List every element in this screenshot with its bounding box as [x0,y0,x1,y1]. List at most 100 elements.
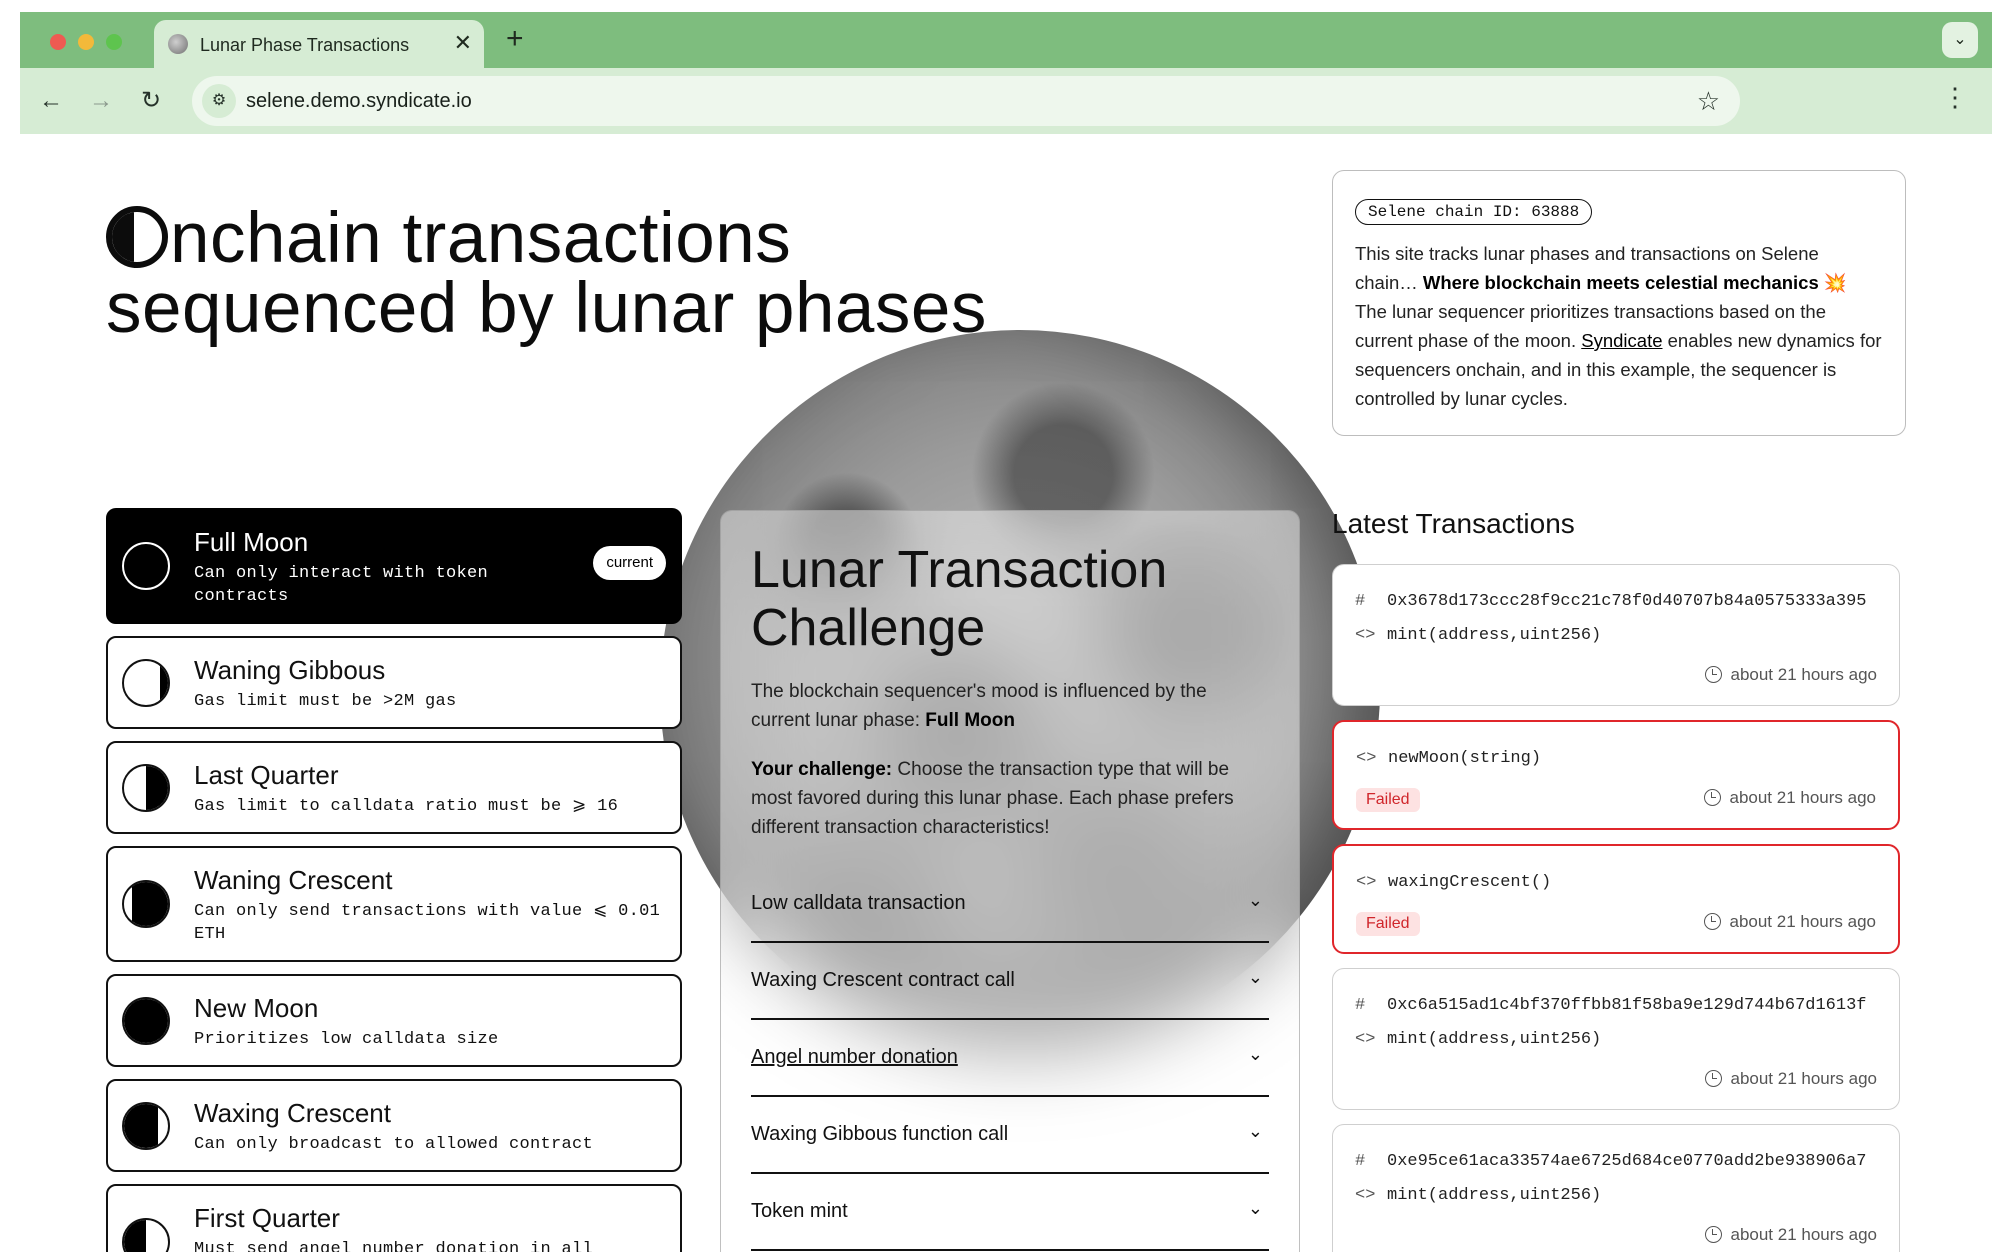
maximize-window-button[interactable] [106,34,122,50]
moon-favicon-icon [168,34,188,54]
phase-name: Last Quarter [194,760,339,790]
new-tab-button[interactable]: + [506,22,524,56]
browser-menu-icon[interactable]: ⋮ [1942,82,1968,113]
phase-description: Gas limit must be >2M gas [194,692,457,711]
transaction-card[interactable]: #0xe95ce61aca33574ae6725d684ce0770add2be… [1332,1124,1900,1252]
code-icon: <> [1355,626,1376,645]
tx-method: newMoon(string) [1388,749,1542,768]
option-waxing-gibbous-call[interactable]: Waxing Gibbous function call ⌄ [751,1097,1269,1174]
phase-name: Full Moon [194,527,309,557]
challenge-card: Lunar Transaction Challenge The blockcha… [720,510,1300,1252]
transaction-card-failed[interactable]: <> waxingCrescent() Failed about 21 hours … [1332,844,1900,954]
phase-description: Must send angel number donation in all t… [194,1240,594,1252]
transaction-card[interactable]: #0x3678d173ccc28f9cc21c78f0d40707b84a057… [1332,564,1900,706]
last-quarter-icon [122,763,170,812]
option-label: Token mint [751,1200,848,1222]
transaction-card[interactable]: #0xc6a515ad1c4bf370ffbb81f58ba9e129d744b… [1332,968,1900,1110]
tab-close-icon[interactable]: ✕ [454,30,472,56]
reload-icon[interactable]: ↻ [132,82,170,120]
minimize-window-button[interactable] [78,34,94,50]
current-badge: current [593,546,666,580]
tx-method: mint(address,uint256) [1387,626,1602,645]
info-tagline: Where blockchain meets celestial mechani… [1422,272,1819,293]
tx-method-row: <> mint(address,uint256) [1355,619,1877,653]
transactions-list: #0x3678d173ccc28f9cc21c78f0d40707b84a057… [1332,564,1906,1252]
option-angel-number-donation[interactable]: Angel number donation ⌄ [751,1020,1269,1097]
challenge-label: Your challenge: [751,759,893,780]
phase-card-first-quarter[interactable]: First Quarter Must send angel number don… [106,1184,682,1252]
transaction-card-failed[interactable]: <> newMoon(string) Failed about 21 hours a… [1332,720,1900,830]
tx-time-text: about 21 hours ago [1729,788,1876,807]
chain-id-badge: Selene chain ID: 63888 [1355,199,1593,225]
option-waxing-crescent-call[interactable]: Waxing Crescent contract call ⌄ [751,943,1269,1020]
clock-icon [1704,789,1722,806]
phase-description: Can only broadcast to allowed contract [194,1135,594,1154]
chevron-down-icon: ⌄ [1247,1121,1263,1141]
tx-time-text: about 21 hours ago [1730,1225,1877,1244]
phase-card-full-moon[interactable]: Full Moon Can only interact with token c… [106,508,682,624]
phase-card-waning-crescent[interactable]: Waning Crescent Can only send transactio… [106,846,682,962]
tab-search-chevron-icon[interactable]: ⌄ [1942,22,1978,58]
syndicate-link[interactable]: Syndicate [1581,330,1662,351]
tx-time: about 21 hours ago [1705,1225,1877,1245]
option-token-mint[interactable]: Token mint ⌄ [751,1174,1269,1251]
phase-card-last-quarter[interactable]: Last Quarter Gas limit to calldata ratio… [106,741,682,834]
phase-name: Waning Crescent [194,865,393,895]
chevron-down-icon: ⌄ [1247,1198,1263,1218]
code-icon: <> [1356,749,1377,768]
option-low-calldata[interactable]: Low calldata transaction ⌄ [751,866,1269,943]
new-moon-icon [122,996,170,1045]
phase-description: Can only send transactions with value ⩽ … [194,902,661,944]
phase-card-waning-gibbous[interactable]: Waning Gibbous Gas limit must be >2M gas [106,636,682,729]
phase-card-waxing-crescent[interactable]: Waxing Crescent Can only broadcast to al… [106,1079,682,1172]
forward-icon[interactable]: → [82,82,120,120]
tab-title: Lunar Phase Transactions [200,35,410,55]
challenge-intro: The blockchain sequencer's mood is influ… [751,677,1269,735]
tab-strip: Lunar Phase Transactions ✕ + ⌄ [20,12,1992,68]
code-icon: <> [1355,1030,1376,1049]
phase-name: Waxing Crescent [194,1098,391,1128]
tx-footer: Failed about 21 hours ago [1356,900,1876,952]
phase-description: Gas limit to calldata ratio must be ⩾ 16 [194,797,619,816]
clock-icon [1705,1070,1723,1087]
tx-time: about 21 hours ago [1705,665,1877,685]
site-settings-icon[interactable]: ⚙ [202,84,236,118]
tx-hash-row: #0x3678d173ccc28f9cc21c78f0d40707b84a057… [1355,585,1877,619]
failed-badge: Failed [1356,912,1420,936]
address-bar[interactable]: ⚙ selene.demo.syndicate.io ☆ [192,76,1740,126]
phase-list: Full Moon Can only interact with token c… [106,508,682,1252]
tx-hash: 0xe95ce61aca33574ae6725d684ce0770add2be9… [1387,1152,1867,1171]
tx-time-text: about 21 hours ago [1729,912,1876,931]
title-line-2: sequenced by lunar phases [106,269,987,348]
clock-icon [1705,1226,1723,1243]
sparkle-icon: 💥 [1823,272,1847,293]
challenge-description: Your challenge: Choose the transaction t… [751,755,1269,842]
transaction-type-accordion: Low calldata transaction ⌄ Waxing Cresce… [751,866,1269,1251]
code-icon: <> [1355,1186,1376,1205]
tx-hash-row: #0xc6a515ad1c4bf370ffbb81f58ba9e129d744b… [1355,989,1877,1023]
close-window-button[interactable] [50,34,66,50]
waxing-crescent-icon [122,1101,170,1150]
active-tab[interactable]: Lunar Phase Transactions ✕ [154,20,484,68]
waning-crescent-icon [122,880,170,928]
hash-icon: # [1355,592,1366,611]
code-icon: <> [1356,873,1377,892]
phase-description: Prioritizes low calldata size [194,1030,499,1049]
transactions-heading: Latest Transactions [1332,508,1575,539]
waning-gibbous-icon [122,658,170,707]
tx-time: about 21 hours ago [1704,912,1876,932]
tx-method-row: <> newMoon(string) [1356,742,1876,776]
phase-card-new-moon[interactable]: New Moon Prioritizes low calldata size [106,974,682,1067]
tx-footer: about 21 hours ago [1355,1057,1877,1109]
current-phase-text: Full Moon [925,710,1015,731]
browser-window: Lunar Phase Transactions ✕ + ⌄ ← → ↻ ⚙ s… [20,12,1992,1252]
bookmark-star-icon[interactable]: ☆ [1697,86,1720,117]
tx-footer: about 21 hours ago [1355,653,1877,705]
hash-icon: # [1355,996,1366,1015]
phase-name: New Moon [194,993,319,1023]
back-icon[interactable]: ← [32,82,70,120]
url-text[interactable]: selene.demo.syndicate.io [246,90,472,113]
phase-name: First Quarter [194,1203,340,1233]
tx-hash-row: #0xe95ce61aca33574ae6725d684ce0770add2be… [1355,1145,1877,1179]
option-label: Waxing Gibbous function call [751,1123,1009,1145]
